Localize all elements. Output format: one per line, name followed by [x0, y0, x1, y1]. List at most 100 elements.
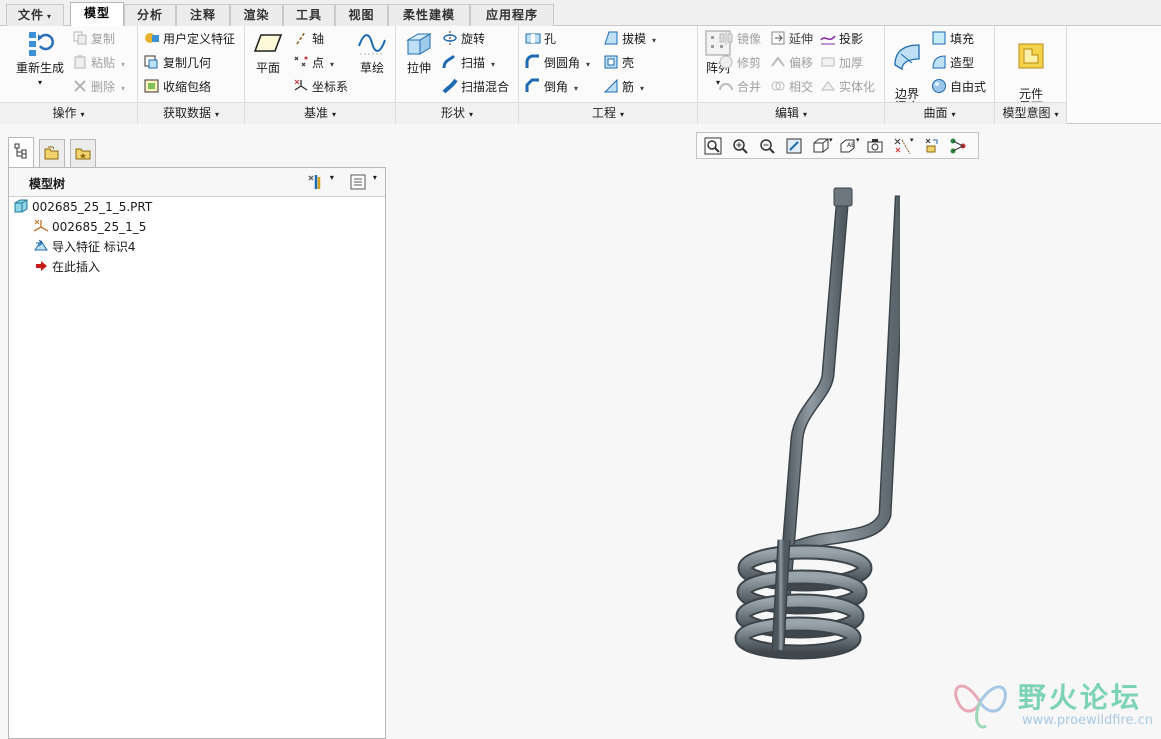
extend-icon — [771, 31, 785, 45]
fill-icon — [932, 31, 946, 45]
fill-button[interactable]: 填充 — [931, 28, 974, 50]
sketch-button[interactable]: 草绘 — [355, 28, 389, 75]
boundary-blend-icon — [894, 44, 920, 71]
watermark-url: www.proewildfire.cn — [1022, 713, 1153, 728]
extrude-button[interactable]: 拉伸 — [402, 28, 436, 75]
refit-button[interactable] — [703, 136, 725, 156]
udf-button[interactable]: 用户定义特征 — [144, 28, 235, 50]
copy-geometry-button[interactable]: 复制几何 — [144, 52, 211, 74]
tree-item-insert-here[interactable]: 在此插入 — [33, 257, 100, 277]
sweep-button[interactable]: 扫描 ▾ — [442, 52, 495, 74]
group-editing-footer[interactable]: 编辑 ▾ — [698, 102, 884, 124]
tab-analysis[interactable]: 分析 — [124, 4, 176, 26]
model-tree-panel: 模型树 ▾ ▾ 002685_25_1_5.PRT 002685_25_1_5 … — [8, 167, 386, 739]
solidify-button[interactable]: 实体化 — [820, 76, 875, 98]
tab-favorites[interactable] — [70, 139, 96, 167]
tab-flexible-modeling[interactable]: 柔性建模 — [388, 4, 470, 26]
regenerate-icon — [29, 32, 54, 56]
repaint-icon — [786, 138, 802, 154]
round-button[interactable]: 倒圆角 ▾ — [525, 52, 590, 74]
mirror-icon — [719, 31, 733, 45]
display-style-button[interactable]: ▾ — [811, 136, 833, 156]
sketch-icon — [358, 34, 386, 55]
offset-button[interactable]: 偏移 — [770, 52, 813, 74]
hole-button[interactable]: 孔 — [525, 28, 556, 50]
axis-button[interactable]: 轴 — [293, 28, 324, 50]
thicken-button[interactable]: 加厚 — [820, 52, 863, 74]
regenerate-button[interactable]: 重新生成 ▾ — [10, 28, 70, 89]
group-operations-footer[interactable]: 操作 ▾ — [0, 102, 137, 124]
heating-element-model[interactable] — [700, 180, 900, 670]
swept-blend-button[interactable]: 扫描混合 — [442, 76, 509, 98]
delete-icon — [74, 80, 86, 92]
csys-button[interactable]: 坐标系 — [293, 76, 348, 98]
draft-button[interactable]: 拔模 ▾ — [603, 28, 656, 50]
group-surfaces-footer[interactable]: 曲面 ▾ — [885, 102, 994, 124]
group-engineering-footer[interactable]: 工程 ▾ — [519, 102, 697, 124]
tab-tools[interactable]: 工具 — [283, 4, 335, 26]
style-button[interactable]: 造型 — [931, 52, 974, 74]
group-datum-footer[interactable]: 基准 ▾ — [245, 102, 395, 124]
group-model-intent-footer[interactable]: 模型意图 ▾ — [995, 102, 1066, 124]
show-options-button[interactable]: ▾ — [349, 173, 377, 194]
group-get-data-footer[interactable]: 获取数据 ▾ — [138, 102, 244, 124]
csys-icon — [294, 79, 308, 91]
copy-button[interactable]: 复制 — [72, 28, 115, 50]
chevron-down-icon: ▾ — [829, 136, 833, 144]
tab-applications[interactable]: 应用程序 — [470, 4, 554, 26]
tab-view[interactable]: 视图 — [335, 4, 388, 26]
udf-icon — [145, 33, 159, 43]
sweep-icon — [442, 54, 456, 69]
chamfer-button[interactable]: 倒角 ▾ — [525, 76, 578, 98]
rib-button[interactable]: 筋 ▾ — [603, 76, 644, 98]
tab-model[interactable]: 模型 — [70, 2, 124, 27]
tree-item-part[interactable]: 002685_25_1_5.PRT — [13, 197, 152, 217]
trim-button[interactable]: 修剪 — [718, 52, 761, 74]
intersect-button[interactable]: 相交 — [770, 76, 813, 98]
shrinkwrap-button[interactable]: 收缩包络 — [144, 76, 211, 98]
project-button[interactable]: 投影 — [820, 28, 863, 50]
view-manager-button[interactable] — [865, 136, 887, 156]
solidify-icon — [821, 81, 835, 91]
tab-annotate[interactable]: 注释 — [176, 4, 230, 26]
chevron-down-icon: ▾ — [329, 173, 334, 182]
saved-orientations-button[interactable]: AB ▾ — [838, 136, 860, 156]
project-icon — [820, 35, 836, 45]
shell-button[interactable]: 壳 — [603, 52, 634, 74]
mirror-button[interactable]: 镜像 — [718, 28, 761, 50]
delete-button[interactable]: 删除 ▾ — [72, 76, 125, 98]
spin-center-button[interactable] — [921, 136, 943, 156]
tree-item-import-feature[interactable]: 导入特征 标识4 — [33, 237, 135, 257]
tab-model-tree[interactable] — [8, 137, 34, 167]
tab-folder-browser[interactable] — [39, 139, 65, 167]
group-model-intent: 元件 界面 模型意图▾ — [995, 26, 1067, 124]
tree-item-csys[interactable]: 002685_25_1_5 — [33, 217, 146, 237]
extend-button[interactable]: 延伸 — [770, 28, 813, 50]
merge-button[interactable]: 合并 — [718, 76, 761, 98]
point-button[interactable]: 点 ▾ — [293, 52, 334, 74]
settings-tools-button[interactable]: ▾ — [306, 173, 334, 194]
revolve-button[interactable]: 旋转 — [442, 28, 485, 50]
watermark-forum-name: 野火论坛 — [1018, 681, 1143, 714]
zoom-out-icon — [760, 139, 775, 154]
repaint-button[interactable] — [784, 136, 806, 156]
datum-display-button[interactable]: ▾ — [892, 136, 914, 156]
group-editing: 阵列 ▾ 镜像 修剪 合并 延伸 偏移 相交 投影 加厚 实体化 编辑 ▾ — [698, 26, 885, 124]
round-icon — [525, 54, 539, 68]
zoom-out-button[interactable] — [757, 136, 779, 156]
tab-file[interactable]: 文件 ▾ — [6, 4, 64, 26]
group-datum: 平面 轴 点 ▾ 坐标系 草绘 基准 ▾ — [245, 26, 396, 124]
annotation-display-button[interactable] — [948, 136, 970, 156]
group-surfaces: 边界 混合 填充 造型 自由式 曲面▾ — [885, 26, 995, 124]
group-shapes-footer[interactable]: 形状 ▾ — [396, 102, 518, 124]
freestyle-button[interactable]: 自由式 — [931, 76, 986, 98]
plane-button[interactable]: 平面 — [251, 28, 285, 75]
offset-icon — [771, 56, 785, 67]
rib-icon — [603, 78, 618, 93]
zoom-in-button[interactable] — [730, 136, 752, 156]
paste-button[interactable]: 粘贴 ▾ — [72, 52, 125, 74]
tab-render[interactable]: 渲染 — [230, 4, 283, 26]
insert-arrow-icon — [36, 261, 47, 271]
intersect-icon — [771, 81, 785, 91]
graphics-toolbar: ▾ AB ▾ ▾ — [696, 132, 979, 159]
